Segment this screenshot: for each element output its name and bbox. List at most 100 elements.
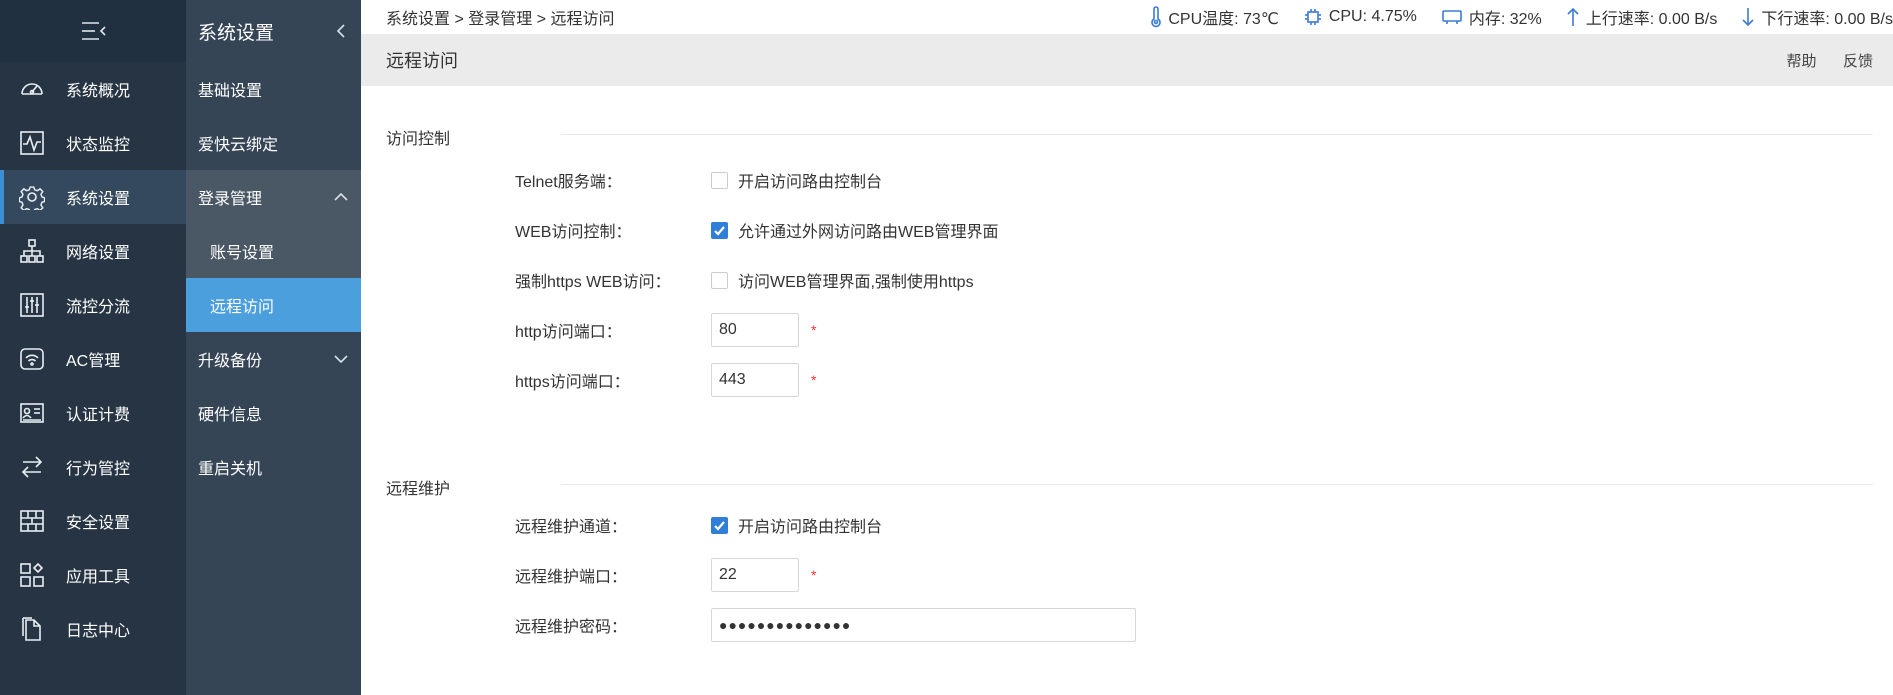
- menu-collapse-icon[interactable]: [78, 20, 108, 42]
- sub-sidebar-title: 系统设置: [198, 22, 275, 44]
- sidebar-item-network[interactable]: 网络设置: [0, 224, 186, 278]
- telnet-checkbox[interactable]: [711, 171, 728, 189]
- maintenance-channel-checkbox-text[interactable]: 开启访问路由控制台: [738, 513, 882, 537]
- subnav-label: 硬件信息: [198, 407, 263, 424]
- subnav-label: 登录管理: [198, 191, 263, 208]
- apps-icon: [18, 561, 46, 589]
- sidebar-item-flow-control[interactable]: 流控分流: [0, 278, 186, 332]
- feedback-link[interactable]: 反馈: [1843, 53, 1873, 70]
- http-port-label: http访问端口：: [515, 324, 622, 341]
- subnav-item-login[interactable]: 登录管理: [186, 170, 361, 224]
- subnav-item-remote-access[interactable]: 远程访问: [186, 278, 361, 332]
- subnav-label: 重启关机: [198, 461, 263, 478]
- page-header: 远程访问 帮助 反馈: [361, 34, 1893, 86]
- chevron-up-icon: [334, 192, 348, 201]
- sliders-icon: [18, 291, 46, 319]
- http-port-input[interactable]: [711, 313, 799, 347]
- web-access-checkbox[interactable]: [711, 221, 728, 239]
- header-links: 帮助 反馈: [1765, 50, 1873, 71]
- telnet-checkbox-text[interactable]: 开启访问路由控制台: [738, 168, 882, 192]
- cpu-value: CPU: 4.75%: [1328, 8, 1417, 25]
- required-mark: *: [811, 372, 817, 388]
- maintenance-port-label: 远程维护端口：: [515, 569, 628, 586]
- arrows-icon: [18, 453, 46, 481]
- sidebar-item-label: AC管理: [66, 353, 121, 370]
- sidebar-item-security[interactable]: 安全设置: [0, 494, 186, 548]
- sidebar-item-monitor[interactable]: 状态监控: [0, 116, 186, 170]
- sidebar-item-app-tools[interactable]: 应用工具: [0, 548, 186, 602]
- sidebar-item-overview[interactable]: 系统概况: [0, 62, 186, 116]
- subnav-label: 远程访问: [210, 299, 275, 316]
- section-divider: [561, 484, 1873, 485]
- main-content: 访问控制 Telnet服务端： 开启访问路由控制台 WEB访问控制： 允许通过外…: [361, 86, 1893, 695]
- subnav-label: 爱快云绑定: [198, 137, 279, 154]
- required-mark: *: [811, 567, 817, 583]
- maintenance-password-label: 远程维护密码：: [515, 619, 628, 636]
- sidebar-item-system-settings[interactable]: 系统设置: [0, 170, 186, 224]
- maintenance-port-row: 远程维护端口： *: [515, 555, 816, 595]
- cpu-temp-stat: CPU温度: 73℃: [1150, 5, 1279, 29]
- sub-sidebar-header: 系统设置: [186, 0, 361, 62]
- https-port-row: https访问端口： *: [515, 360, 816, 400]
- memory-icon: [1442, 10, 1462, 24]
- http-port-row: http访问端口： *: [515, 310, 816, 350]
- system-stats: CPU温度: 73℃ CPU: 4.75% 内存: 32% 上行速率: 0.00…: [1126, 5, 1893, 29]
- subnav-item-account[interactable]: 账号设置: [186, 224, 361, 278]
- telnet-row: Telnet服务端： 开启访问路由控制台: [515, 160, 882, 200]
- subnav-item-cloud[interactable]: 爱快云绑定: [186, 116, 361, 170]
- chip-icon: [1304, 9, 1321, 25]
- id-card-icon: [18, 399, 46, 427]
- maintenance-channel-row: 远程维护通道： 开启访问路由控制台: [515, 505, 882, 545]
- subnav-item-upgrade[interactable]: 升级备份: [186, 332, 361, 386]
- subnav-item-basic[interactable]: 基础设置: [186, 62, 361, 116]
- telnet-label: Telnet服务端：: [515, 174, 622, 191]
- help-link[interactable]: 帮助: [1787, 53, 1817, 70]
- maintenance-password-input[interactable]: [711, 608, 1136, 642]
- sidebar-item-label: 日志中心: [66, 623, 131, 640]
- network-icon: [18, 237, 46, 265]
- download-stat: 下行速率: 0.00 B/s: [1741, 5, 1893, 29]
- breadcrumb: 系统设置 > 登录管理 > 远程访问: [386, 11, 615, 28]
- sidebar-item-label: 行为管控: [66, 461, 131, 478]
- sub-sidebar: 系统设置 基础设置 爱快云绑定 登录管理 账号设置 远程访问 升级备份 硬件信息…: [186, 0, 361, 695]
- section-title-remote-maintenance: 远程维护: [386, 481, 451, 498]
- sidebar-item-behavior[interactable]: 行为管控: [0, 440, 186, 494]
- maintenance-password-row: 远程维护密码：: [515, 605, 1136, 645]
- section-title-access-control: 访问控制: [386, 131, 451, 148]
- force-https-checkbox-text[interactable]: 访问WEB管理界面,强制使用https: [738, 268, 974, 292]
- web-access-row: WEB访问控制： 允许通过外网访问路由WEB管理界面: [515, 210, 998, 250]
- check-icon: [714, 225, 725, 236]
- thermometer-icon: [1151, 6, 1162, 28]
- sidebar-item-logs[interactable]: 日志中心: [0, 602, 186, 656]
- sidebar-item-auth-billing[interactable]: 认证计费: [0, 386, 186, 440]
- sidebar-item-ac[interactable]: AC管理: [0, 332, 186, 386]
- sidebar-item-label: 应用工具: [66, 569, 131, 586]
- sidebar-item-label: 认证计费: [66, 407, 131, 424]
- web-access-checkbox-text[interactable]: 允许通过外网访问路由WEB管理界面: [738, 218, 998, 242]
- memory-stat: 内存: 32%: [1441, 5, 1542, 29]
- gear-icon: [18, 183, 46, 211]
- sidebar-item-label: 系统概况: [66, 83, 131, 100]
- upload-value: 上行速率: 0.00 B/s: [1585, 11, 1718, 28]
- force-https-checkbox[interactable]: [711, 271, 728, 289]
- main-sidebar: 系统概况 状态监控 系统设置 网络设置 流控分流 AC管理 认证计费 行为管控 …: [0, 0, 186, 695]
- arrow-up-icon: [1567, 7, 1579, 26]
- sidebar-toggle[interactable]: [0, 0, 186, 62]
- required-mark: *: [811, 322, 817, 338]
- maintenance-port-input[interactable]: [711, 558, 799, 592]
- subnav-item-hardware[interactable]: 硬件信息: [186, 386, 361, 440]
- memory-value: 内存: 32%: [1468, 11, 1542, 28]
- https-port-label: https访问端口：: [515, 374, 630, 391]
- dashboard-icon: [18, 75, 46, 103]
- status-bar: 系统设置 > 登录管理 > 远程访问 CPU温度: 73℃ CPU: 4.75%…: [361, 0, 1893, 34]
- upload-stat: 上行速率: 0.00 B/s: [1566, 5, 1718, 29]
- subnav-item-reboot[interactable]: 重启关机: [186, 440, 361, 494]
- chevron-down-icon: [334, 355, 348, 364]
- collapse-left-icon[interactable]: [335, 23, 347, 39]
- sidebar-item-label: 网络设置: [66, 245, 131, 262]
- maintenance-channel-checkbox[interactable]: [711, 516, 728, 534]
- wifi-icon: [18, 345, 46, 373]
- download-value: 下行速率: 0.00 B/s: [1761, 11, 1893, 28]
- force-https-label: 强制https WEB访问：: [515, 274, 671, 291]
- https-port-input[interactable]: [711, 363, 799, 397]
